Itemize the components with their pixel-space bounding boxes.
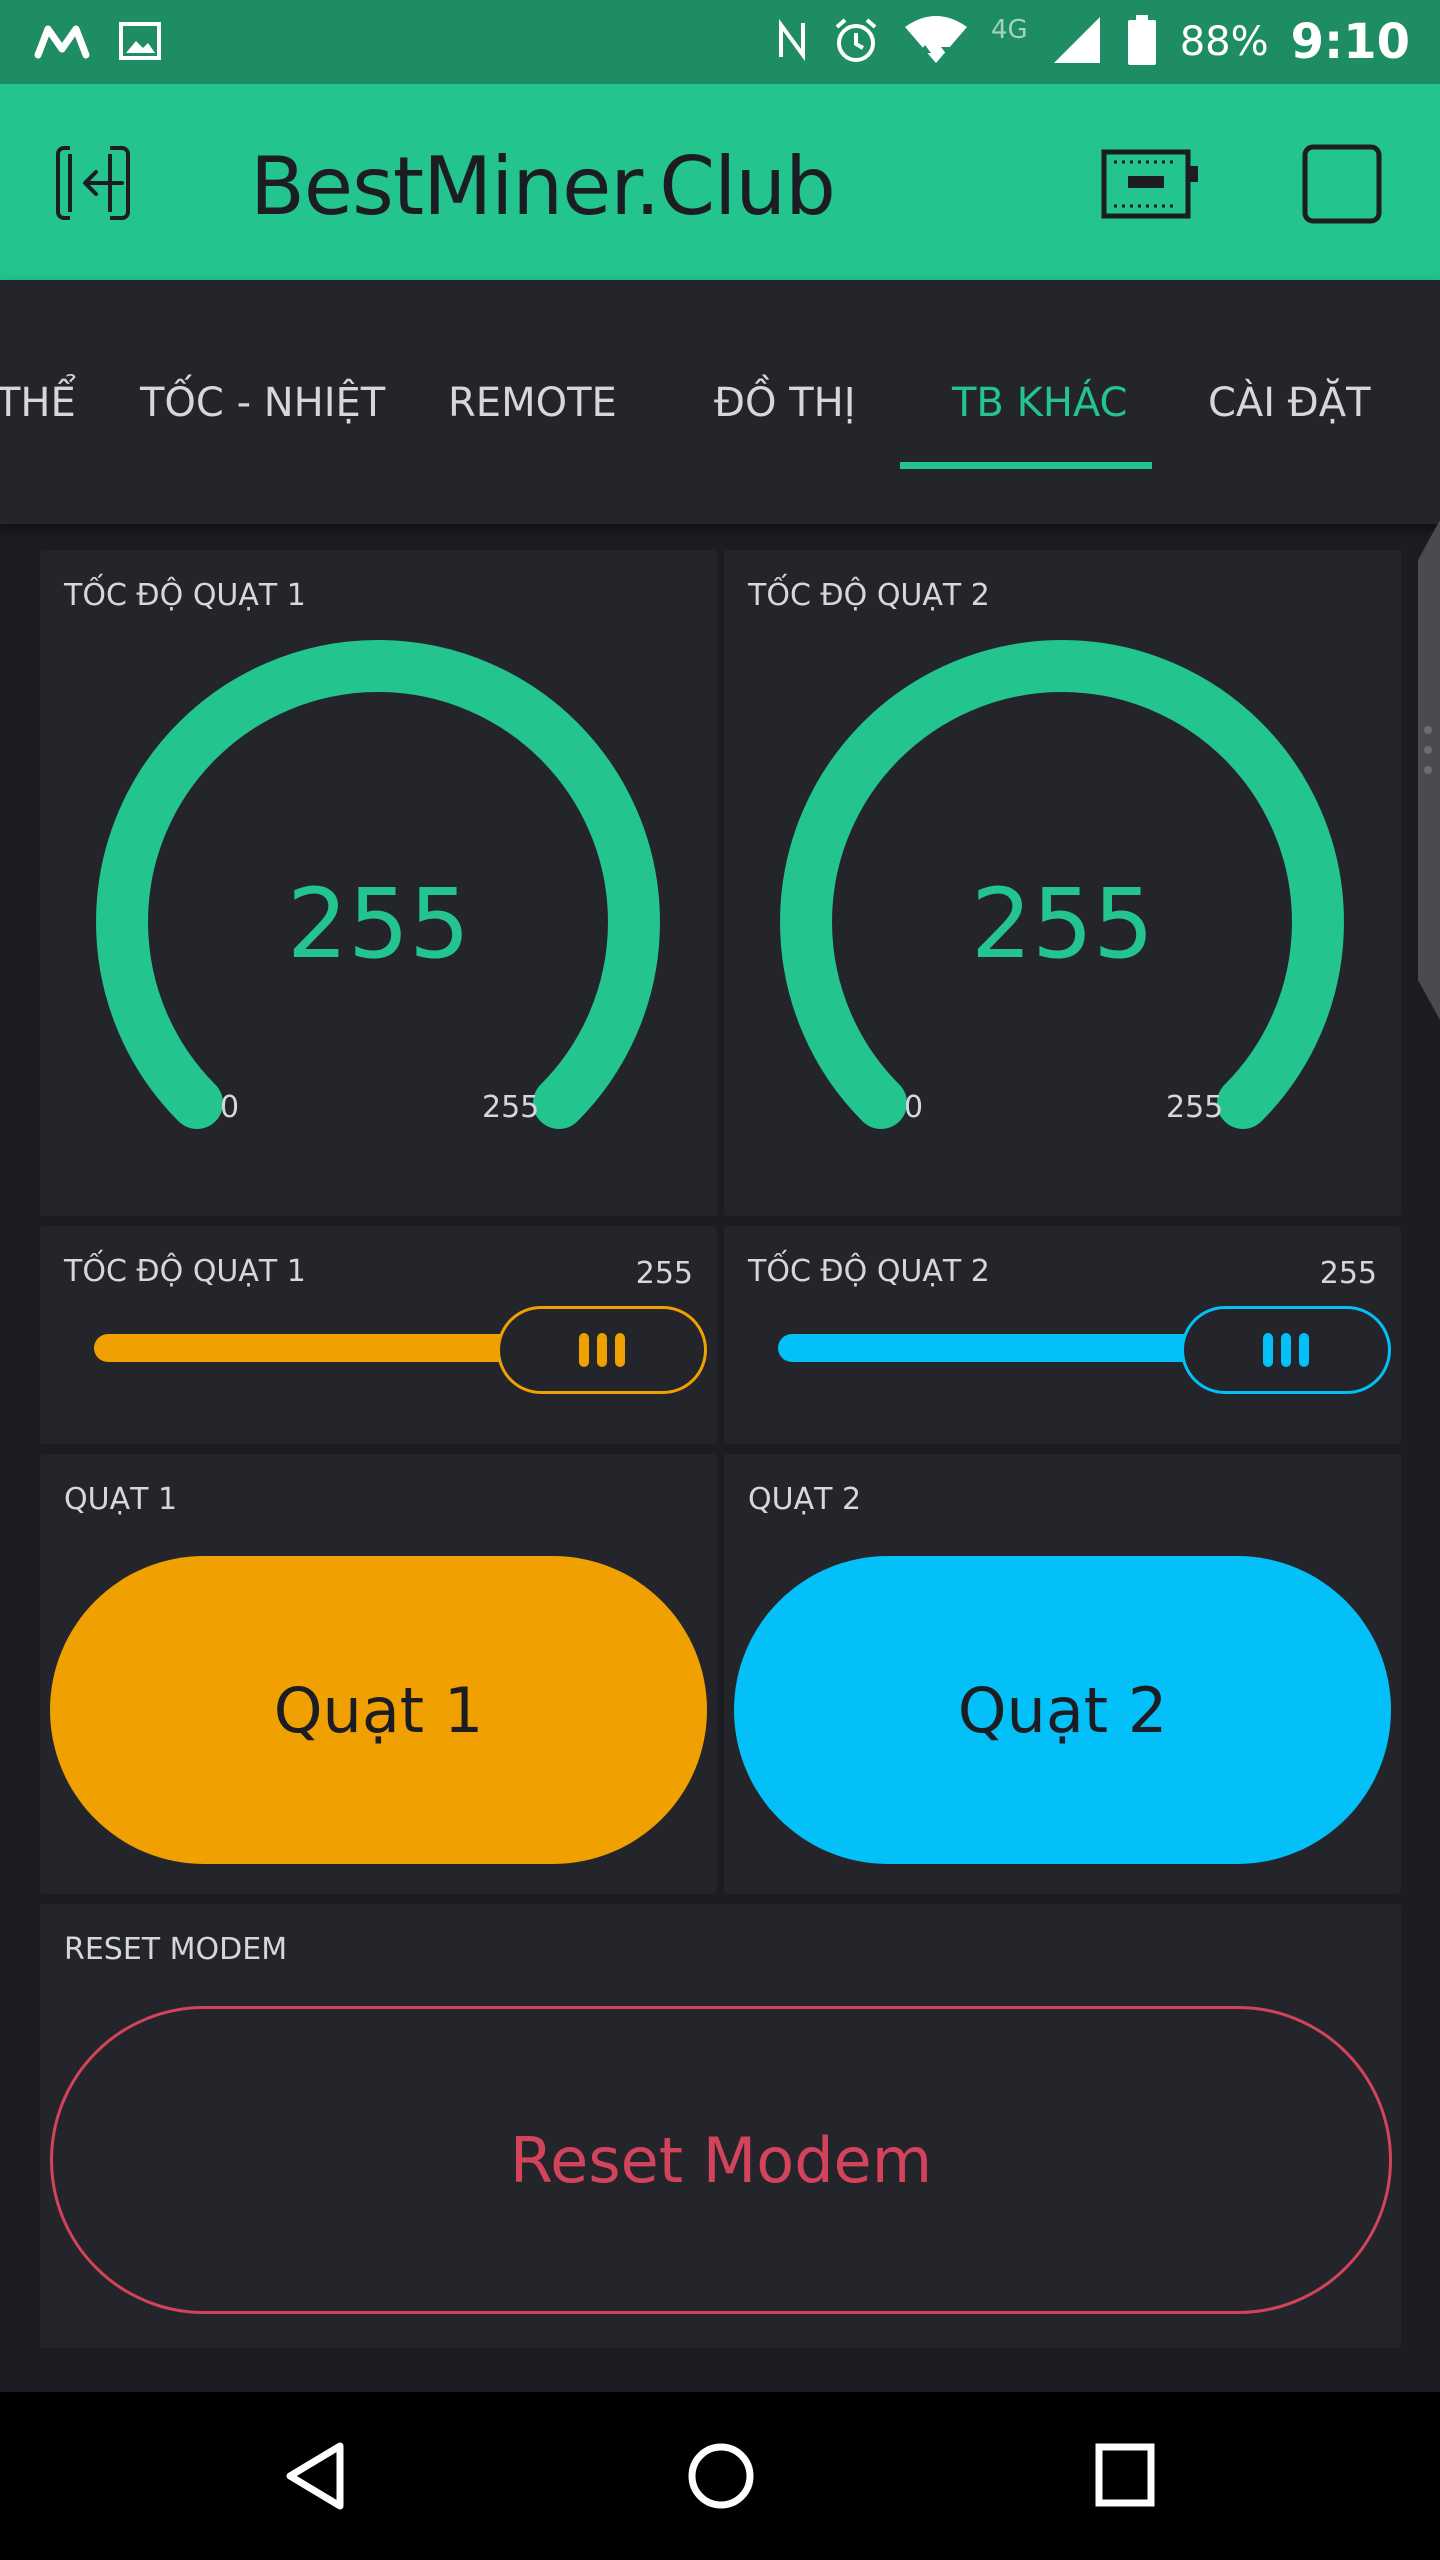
clock: 9:10 bbox=[1290, 14, 1410, 70]
tab-toc-nhiet[interactable]: TỐC - NHIỆT bbox=[140, 380, 385, 426]
grip-line bbox=[615, 1333, 625, 1367]
slider-value: 255 bbox=[635, 1256, 693, 1291]
button-widget-1: QUẠT 1 Quạt 1 bbox=[40, 1454, 717, 1894]
grip-line bbox=[597, 1333, 607, 1367]
gauge-min-label: 0 bbox=[220, 1090, 240, 1125]
slider-widget-1: TỐC ĐỘ QUẠT 1 255 bbox=[40, 1226, 717, 1444]
home-icon[interactable] bbox=[686, 2440, 756, 2516]
button-widget-title: QUẠT 2 bbox=[748, 1482, 862, 1517]
status-right-icons: 4G 88% 9:10 bbox=[775, 8, 1410, 76]
button-widget-2: QUẠT 2 Quạt 2 bbox=[724, 1454, 1401, 1894]
slider-thumb[interactable] bbox=[1181, 1306, 1391, 1394]
grip-line bbox=[1281, 1333, 1291, 1367]
fan-2-button[interactable]: Quạt 2 bbox=[734, 1556, 1391, 1864]
gauge-max-label: 255 bbox=[482, 1090, 540, 1125]
gauge-widget-2: TỐC ĐỘ QUẠT 2 255 0 255 bbox=[724, 550, 1401, 1216]
gauge-max-label: 255 bbox=[1166, 1090, 1224, 1125]
app-title: BestMiner.Club bbox=[250, 140, 836, 233]
battery-percent: 88% bbox=[1179, 19, 1269, 65]
status-bar: 4G 88% 9:10 bbox=[0, 0, 1440, 84]
grip-line bbox=[1263, 1333, 1273, 1367]
slider-track[interactable] bbox=[778, 1334, 1211, 1362]
grip-line bbox=[579, 1333, 589, 1367]
alarm-icon bbox=[831, 15, 881, 69]
gauge-min-label: 0 bbox=[904, 1090, 924, 1125]
tab-tb-khac[interactable]: TB KHÁC bbox=[952, 380, 1128, 426]
status-left-icons bbox=[34, 18, 162, 68]
signal-icon bbox=[1050, 13, 1104, 71]
device-board-icon[interactable] bbox=[1100, 148, 1200, 220]
slider-track[interactable] bbox=[94, 1334, 527, 1362]
app-bar: BestMiner.Club bbox=[0, 84, 1440, 280]
fan-1-button[interactable]: Quạt 1 bbox=[50, 1556, 707, 1864]
battery-icon bbox=[1126, 13, 1158, 71]
reset-widget: RESET MODEM Reset Modem bbox=[40, 1904, 1401, 2348]
exit-icon[interactable] bbox=[54, 142, 140, 224]
grip-line bbox=[1299, 1333, 1309, 1367]
square-icon[interactable] bbox=[1302, 144, 1382, 224]
gauge-widget-1: TỐC ĐỘ QUẠT 1 255 0 255 bbox=[40, 550, 717, 1216]
reset-widget-title: RESET MODEM bbox=[64, 1932, 288, 1967]
recents-icon[interactable] bbox=[1094, 2442, 1156, 2512]
tab-do-thi[interactable]: ĐỒ THỊ bbox=[714, 380, 856, 426]
slider-widget-2: TỐC ĐỘ QUẠT 2 255 bbox=[724, 1226, 1401, 1444]
slider-thumb[interactable] bbox=[497, 1306, 707, 1394]
slider-title: TỐC ĐỘ QUẠT 2 bbox=[748, 1254, 990, 1289]
nfc-icon bbox=[775, 17, 809, 67]
reset-modem-button[interactable]: Reset Modem bbox=[50, 2006, 1392, 2314]
tab-cai-dat[interactable]: CÀI ĐẶT bbox=[1208, 380, 1371, 426]
slider-value: 255 bbox=[1319, 1256, 1377, 1291]
network-type: 4G bbox=[991, 15, 1028, 45]
wifi-icon bbox=[903, 13, 969, 71]
tab-remote[interactable]: REMOTE bbox=[448, 380, 617, 426]
side-drawer-handle[interactable] bbox=[1414, 520, 1440, 1020]
image-icon bbox=[118, 21, 162, 65]
navigation-bar bbox=[0, 2392, 1440, 2560]
tab-the[interactable]: THỂ bbox=[0, 380, 76, 426]
back-icon[interactable] bbox=[282, 2440, 348, 2516]
m-logo-icon bbox=[34, 23, 90, 63]
tab-bar: THỂ TỐC - NHIỆT REMOTE ĐỒ THỊ TB KHÁC CÀ… bbox=[0, 280, 1440, 524]
gauge-value: 255 bbox=[286, 868, 471, 980]
slider-title: TỐC ĐỘ QUẠT 1 bbox=[64, 1254, 306, 1289]
button-widget-title: QUẠT 1 bbox=[64, 1482, 178, 1517]
active-tab-indicator bbox=[900, 462, 1152, 469]
gauge-value: 255 bbox=[970, 868, 1155, 980]
